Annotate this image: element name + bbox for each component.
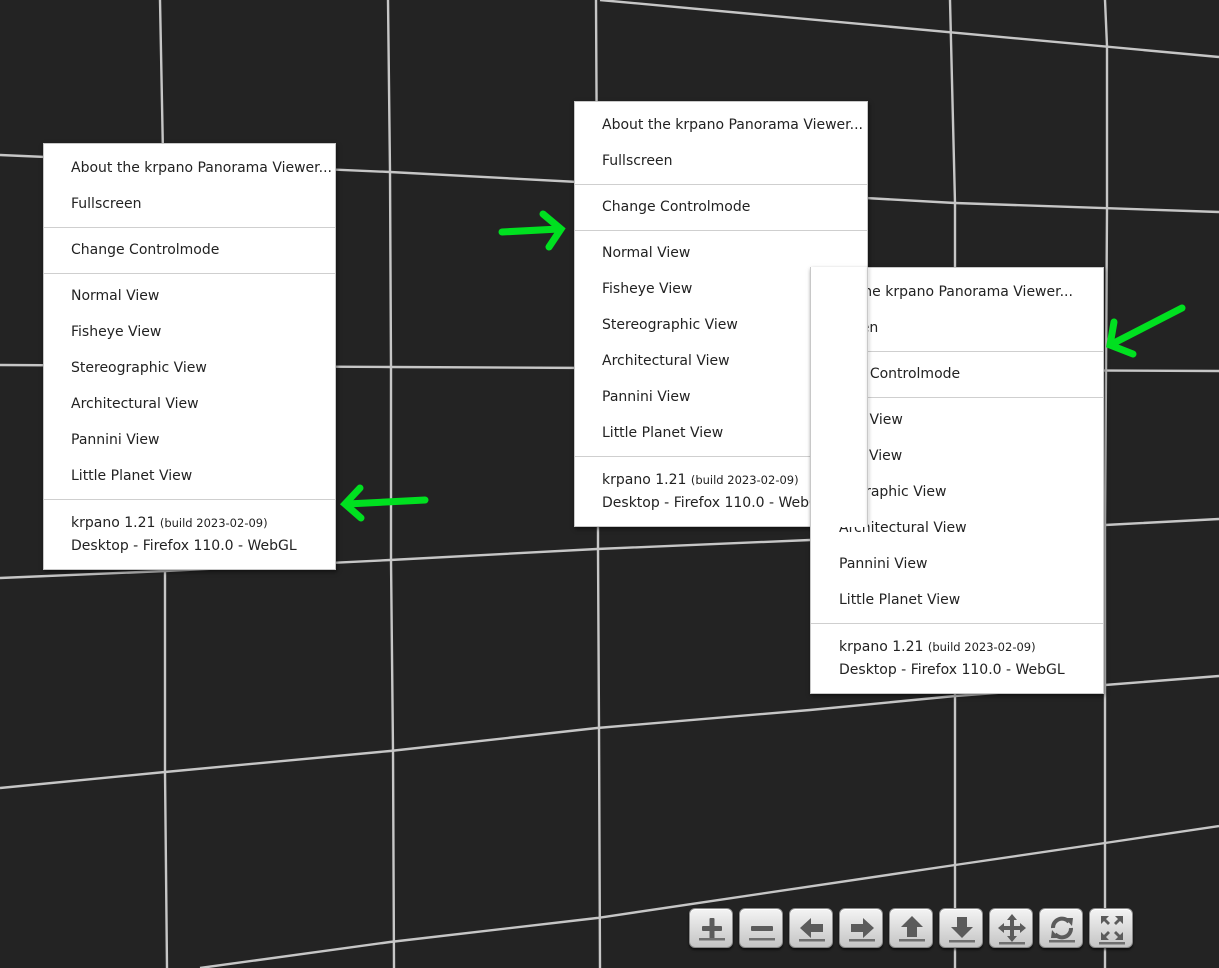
menu-separator xyxy=(811,623,1103,624)
move-icon xyxy=(998,914,1026,945)
menu-item-change-controlmode[interactable]: Change Controlmode xyxy=(44,232,335,268)
menu-item-pannini-view[interactable]: Pannini View xyxy=(44,422,335,458)
menu-item-pannini-view[interactable]: Pannini View xyxy=(811,546,1103,582)
toolbar xyxy=(689,908,1135,950)
menu-separator xyxy=(575,184,867,185)
menu-item-fullscreen[interactable]: Fullscreen xyxy=(44,186,335,222)
menu-item-architectural-view[interactable]: Architectural View xyxy=(44,386,335,422)
menu-item-about[interactable]: About the krpano Panorama Viewer... xyxy=(44,150,335,186)
menu-item-about[interactable]: About the krpano Panorama Viewer... xyxy=(575,107,867,143)
build-label: (build 2023-02-09) xyxy=(690,473,799,487)
menu-item-little-planet-view[interactable]: Little Planet View xyxy=(44,458,335,494)
zoom-in-button[interactable] xyxy=(689,908,733,948)
platform-label: Desktop - Firefox 110.0 - WebGL xyxy=(839,662,1065,678)
zoom-in-icon xyxy=(699,918,725,941)
move-down-button[interactable] xyxy=(939,908,983,948)
move-right-button[interactable] xyxy=(839,908,883,948)
menu-item-little-planet-view[interactable]: Little Planet View xyxy=(811,582,1103,618)
zoom-out-icon xyxy=(749,926,775,941)
arrow-right-icon xyxy=(849,918,875,942)
menu-item-fisheye-view[interactable]: Fisheye View xyxy=(44,314,335,350)
fullscreen-icon xyxy=(1099,916,1125,945)
menu-item-normal-view[interactable]: Normal View xyxy=(575,235,867,271)
arrow-icon xyxy=(339,484,429,522)
menu-overlap-edge xyxy=(810,267,868,527)
platform-label: Desktop - Firefox 110.0 - WebGL xyxy=(602,495,828,511)
autorotate-button[interactable] xyxy=(1039,908,1083,948)
version-label: krpano 1.21 xyxy=(71,515,156,531)
zoom-out-button[interactable] xyxy=(739,908,783,948)
arrow-icon xyxy=(498,210,566,251)
build-label: (build 2023-02-09) xyxy=(927,640,1036,654)
autorotate-icon xyxy=(1049,916,1075,943)
platform-label: Desktop - Firefox 110.0 - WebGL xyxy=(71,538,297,554)
menu-item-normal-view[interactable]: Normal View xyxy=(44,278,335,314)
menu-item-change-controlmode[interactable]: Change Controlmode xyxy=(575,189,867,225)
menu-item-stereographic-view[interactable]: Stereographic View xyxy=(44,350,335,386)
version-label: krpano 1.21 xyxy=(839,639,924,655)
menu-item-fullscreen[interactable]: Fullscreen xyxy=(575,143,867,179)
version-info[interactable]: krpano 1.21 (build 2023-02-09) Desktop -… xyxy=(811,628,1103,682)
arrow-left-icon xyxy=(799,918,825,942)
menu-separator xyxy=(44,227,335,228)
move-mode-button[interactable] xyxy=(989,908,1033,948)
context-menu-left: About the krpano Panorama Viewer... Full… xyxy=(43,143,336,570)
move-up-button[interactable] xyxy=(889,908,933,948)
arrow-down-icon xyxy=(949,917,975,943)
version-info[interactable]: krpano 1.21 (build 2023-02-09) Desktop -… xyxy=(44,504,335,558)
move-left-button[interactable] xyxy=(789,908,833,948)
build-label: (build 2023-02-09) xyxy=(159,516,268,530)
arrow-up-icon xyxy=(899,916,925,942)
fullscreen-button[interactable] xyxy=(1089,908,1133,948)
arrow-icon xyxy=(1106,304,1186,358)
menu-separator xyxy=(575,230,867,231)
version-label: krpano 1.21 xyxy=(602,472,687,488)
menu-separator xyxy=(44,499,335,500)
menu-separator xyxy=(44,273,335,274)
